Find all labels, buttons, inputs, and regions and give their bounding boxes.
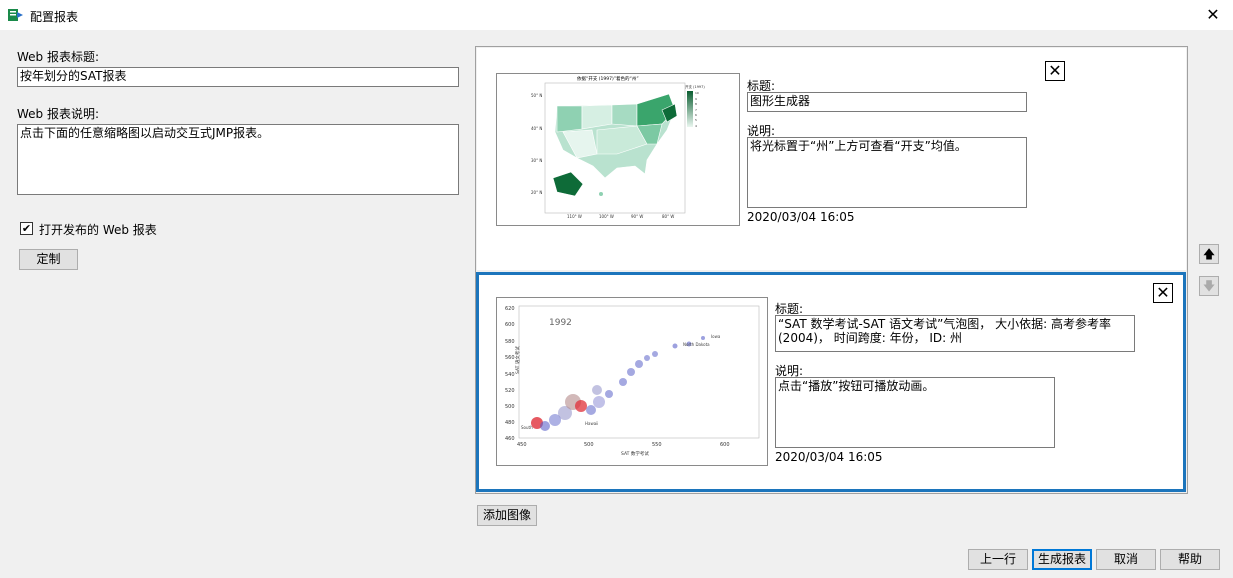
help-button[interactable]: 帮助 (1160, 549, 1220, 570)
web-title-input[interactable]: 按年划分的SAT报表 (17, 67, 459, 87)
report2-timestamp: 2020/03/04 16:05 (775, 450, 883, 464)
report1-title-input[interactable]: 图形生成器 (747, 92, 1027, 112)
map-ytick: 50° N (531, 93, 542, 98)
bubble-ytick: 560 (505, 355, 515, 361)
move-down-icon[interactable]: 🡇 (1199, 276, 1219, 296)
bubble-xtick: 500 (584, 442, 594, 448)
map-heading: 依据“开支 (1997)”着色的“州” (577, 75, 639, 82)
map-legend-tick: 8 (695, 102, 697, 106)
map-xtick: 100° W (599, 214, 614, 219)
bubble-ytick: 520 (505, 388, 515, 394)
title-bar: 配置报表 ✕ (0, 0, 1233, 30)
bubble-point-label: Hawaii (585, 421, 598, 426)
web-title-label: Web 报表标题: (17, 50, 100, 64)
report1-timestamp: 2020/03/04 16:05 (747, 210, 855, 224)
bubble-xlabel: SAT 数学考试 (621, 450, 649, 457)
report1-desc-textarea[interactable]: 将光标置于“州”上方可查看“开支”均值。 (747, 137, 1027, 208)
remove-report2-close-icon[interactable]: ✕ (1153, 283, 1173, 303)
map-state (611, 103, 638, 127)
bubble-points (531, 336, 705, 431)
map-legend-tick: 10 (695, 91, 699, 95)
app-icon (8, 9, 23, 21)
map-state (556, 105, 583, 133)
remove-report1-close-icon[interactable]: ✕ (1045, 61, 1065, 81)
report2-desc-textarea[interactable]: 点击“播放”按钮可播放动画。 (775, 377, 1055, 448)
map-chart: 依据“开支 (1997)”着色的“州” 50° N 40° N 30° N 20… (531, 75, 705, 219)
generate-report-button[interactable]: 生成报表 (1032, 549, 1092, 570)
map-legend-bar (687, 91, 693, 127)
web-desc-textarea[interactable]: 点击下面的任意缩略图以启动交互式JMP报表。 (17, 124, 459, 195)
bubble-ytick: 460 (505, 436, 515, 442)
bubble-xtick: 450 (517, 442, 527, 448)
bubble-point-label: Iowa (711, 334, 721, 339)
move-up-icon[interactable]: 🡅 (1199, 244, 1219, 264)
prev-button[interactable]: 上一行 (968, 549, 1028, 570)
bubble-year-label: 1992 (549, 318, 572, 328)
open-report-label: 打开发布的 Web 报表 (39, 223, 157, 237)
bubble-point-label: North Dakota (683, 342, 710, 347)
map-ytick: 30° N (531, 158, 542, 163)
map-xtick: 90° W (631, 214, 643, 219)
bubble-ytick: 580 (505, 339, 515, 345)
bubble-chart: 1992 620 600 580 560 540 520 500 480 460… (505, 305, 760, 457)
bubble-ytick: 620 (505, 306, 515, 312)
bubble-ytick: 500 (505, 404, 515, 410)
customize-button[interactable]: 定制 (19, 249, 78, 270)
map-thumbnail[interactable]: 依据“开支 (1997)”着色的“州” 50° N 40° N 30° N 20… (496, 73, 740, 226)
cancel-button[interactable]: 取消 (1096, 549, 1156, 570)
bubble-ylabel: SAT 语文考试 (514, 346, 521, 374)
map-ytick: 40° N (531, 126, 542, 131)
map-legend-tick: 4 (695, 124, 697, 128)
map-hawaii (599, 192, 603, 196)
bubble-xtick: 600 (720, 442, 730, 448)
add-image-button[interactable]: 添加图像 (477, 505, 537, 526)
bubble-ytick: 540 (505, 372, 515, 378)
map-xtick: 110° W (567, 214, 582, 219)
map-legend-tick: 7 (695, 108, 697, 112)
map-ytick: 20° N (531, 190, 542, 195)
map-xtick: 80° W (662, 214, 674, 219)
map-legend-tick: 9 (695, 97, 697, 101)
bubble-point-label: South (521, 425, 533, 430)
close-icon[interactable]: ✕ (1203, 5, 1223, 24)
window-title: 配置报表 (30, 10, 79, 24)
map-legend-tick: 6 (695, 113, 697, 117)
map-legend-tick: 5 (695, 118, 697, 122)
bubble-ytick: 600 (505, 322, 515, 328)
report2-title-input[interactable]: “SAT 数学考试-SAT 语文考试”气泡图， 大小依据: 高考参考率 (200… (775, 315, 1135, 352)
bubble-xtick: 550 (652, 442, 662, 448)
bubble-ytick: 480 (505, 420, 515, 426)
open-report-checkbox[interactable]: ✔ (20, 222, 33, 235)
map-legend-title: 开支 (1997) (685, 84, 705, 89)
map-alaska (552, 171, 584, 197)
bubble-thumbnail[interactable]: 1992 620 600 580 560 540 520 500 480 460… (496, 297, 768, 466)
web-desc-label: Web 报表说明: (17, 107, 100, 121)
